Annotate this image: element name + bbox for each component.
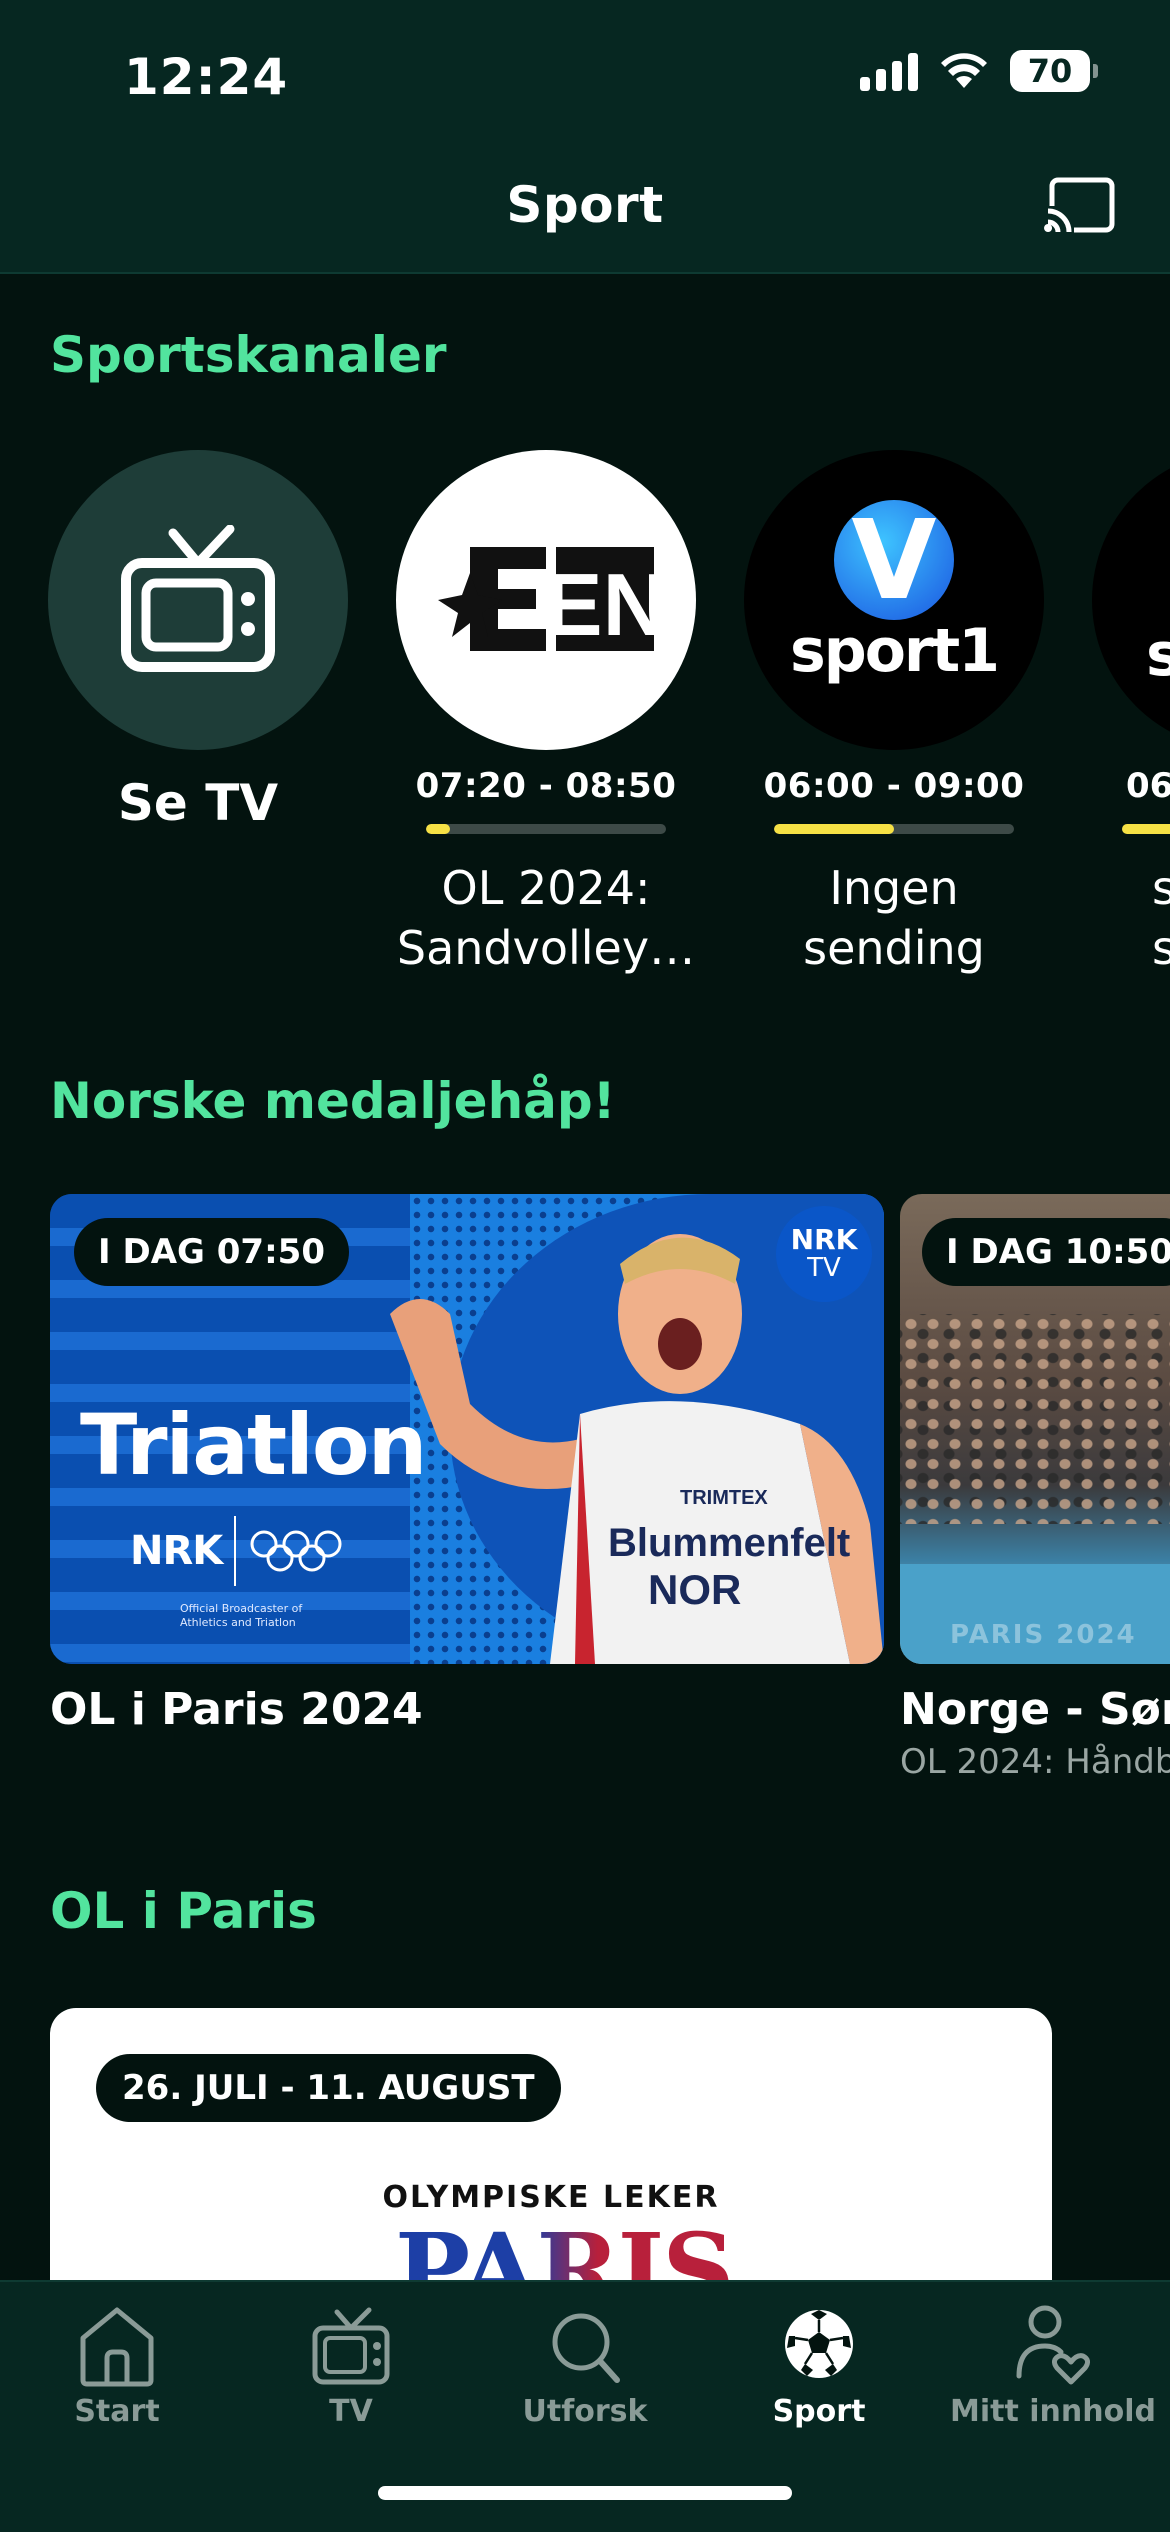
eurosport-n-logo-icon: EN [438, 547, 656, 654]
nrk-tv-logo-subtext: TV [807, 1253, 841, 1283]
board-text: PARIS 2024 [950, 1620, 1137, 1650]
home-icon [80, 2307, 154, 2387]
program-title-line1: Ingen [829, 861, 959, 915]
program-title-line1: s [1152, 861, 1170, 915]
olympic-rings-icon [250, 1530, 342, 1572]
channel-time: 07:20 - 08:50 [415, 766, 677, 806]
crowd-image [900, 1314, 1170, 1524]
channel-se-tv[interactable]: Se TV [48, 450, 348, 832]
tv-icon [121, 525, 275, 672]
cast-icon[interactable] [1044, 176, 1116, 236]
poster-title: Triatlon [80, 1396, 427, 1494]
channel-progress-bar [426, 824, 666, 834]
time-badge: I DAG 10:50 [922, 1218, 1170, 1286]
program-title-line2: Sandvolley… [396, 921, 696, 975]
time-badge: I DAG 07:50 [74, 1218, 349, 1286]
broadcaster-note-line2: Athletics and Triatlon [180, 1616, 296, 1629]
card-subtitle: OL 2024: Håndb [900, 1742, 1170, 1782]
channel-v-sport1[interactable]: V sport1 06:00 - 09:00 Ingen sending [744, 450, 1044, 978]
nrk-logo: NRK [130, 1528, 223, 1574]
shirt-country: NOR [648, 1566, 741, 1613]
court-board: PARIS 2024 [900, 1564, 1170, 1664]
channel-progress-bar [1122, 824, 1170, 834]
progress-fill [426, 824, 450, 834]
shirt-brand: TRIMTEX [680, 1487, 768, 1509]
channel-program-title: Ingen sending [744, 858, 1044, 978]
channel-time: 06:00 - 09:00 [763, 766, 1025, 806]
paris-subtitle: OLYMPISKE LEKER [382, 2180, 720, 2215]
channel-eurosport-n[interactable]: EN 07:20 - 08:50 OL 2024: Sandvolley… [396, 450, 696, 978]
broadcaster-note: Official Broadcaster of Athletics and Tr… [180, 1602, 302, 1630]
football-icon [785, 2310, 853, 2378]
status-time: 12:24 [124, 48, 289, 106]
home-indicator[interactable] [378, 2486, 792, 2500]
shirt-name: Blummenfelt [608, 1521, 850, 1565]
battery-icon: 70 [1010, 50, 1098, 92]
channel-time: 06 [1126, 766, 1170, 806]
nav-tv[interactable]: TV [234, 2302, 468, 2429]
broadcaster-note-line1: Official Broadcaster of [180, 1602, 303, 1615]
search-icon [552, 2313, 620, 2383]
channel-logo [48, 450, 348, 750]
progress-fill [774, 824, 894, 834]
poster-logos: NRK [130, 1516, 344, 1586]
nav-start[interactable]: Start [0, 2302, 234, 2429]
nav-label: Utforsk [522, 2394, 648, 2429]
medal-card-handball[interactable]: PARIS 2024 I DAG 10:50 [900, 1194, 1170, 1664]
page-title: Sport [506, 176, 664, 234]
medal-card-triatlon[interactable]: TRIMTEX Blummenfelt NOR Triatlon NRK Off… [50, 1194, 884, 1664]
nav-mitt-innhold[interactable]: Mitt innhold [936, 2302, 1170, 2429]
status-icons: 70 [860, 50, 1098, 92]
channel-name: Se TV [117, 774, 279, 832]
tv-icon [312, 2307, 390, 2385]
card-caption[interactable]: OL i Paris 2024 [50, 1684, 423, 1735]
nav-sport[interactable]: Sport [702, 2302, 936, 2429]
channel-logo: V sport1 [744, 450, 1044, 750]
section-title-paris: OL i Paris [50, 1882, 317, 1940]
logo-divider [234, 1516, 237, 1586]
channel-logo: EN [396, 450, 696, 750]
nav-label: Start [74, 2394, 160, 2429]
nav-label: Mitt innhold [950, 2394, 1156, 2429]
channel-program-title: s s [1092, 858, 1170, 978]
wifi-icon [941, 53, 987, 88]
channel-logo-text: sport1 [790, 616, 1000, 686]
paris-card[interactable]: 26. JULI - 11. AUGUST OLYMPISKE LEKER PA… [50, 2008, 1052, 2298]
cellular-signal-icon [860, 51, 918, 91]
nav-label: Sport [772, 2394, 866, 2429]
v-logo-icon: V [834, 500, 954, 620]
battery-level: 70 [1027, 52, 1073, 90]
top-bar: 12:24 70 Sport [0, 0, 1170, 274]
section-title-channels: Sportskanaler [50, 326, 447, 384]
nrk-tv-logo-text: NRK [790, 1223, 858, 1256]
program-title-line1: OL 2024: [441, 861, 651, 915]
channel-logo-text: EN [544, 555, 656, 654]
channel-logo-text: s [1146, 620, 1170, 690]
channel-logo: s [1092, 450, 1170, 750]
nav-label: TV [329, 2394, 373, 2429]
card-caption[interactable]: Norge - Sør [900, 1684, 1170, 1735]
program-title-line2: s [1152, 921, 1170, 975]
nrk-tv-logo-icon: NRK TV [776, 1206, 872, 1302]
channel-progress-bar [774, 824, 1014, 834]
channel-program-title: OL 2024: Sandvolley… [396, 858, 696, 978]
section-title-medals: Norske medaljehåp! [50, 1072, 616, 1130]
profile-heart-icon [1016, 2305, 1091, 2385]
program-title-line2: sending [803, 921, 985, 975]
date-badge: 26. JULI - 11. AUGUST [96, 2054, 561, 2122]
nav-utforsk[interactable]: Utforsk [468, 2302, 702, 2429]
channel-partial[interactable]: s 06 s s [1092, 450, 1170, 1150]
